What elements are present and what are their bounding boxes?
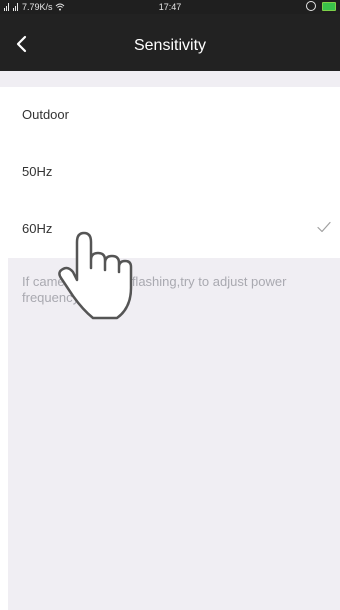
status-time: 17:47 [158, 2, 182, 12]
checkmark-icon [317, 221, 331, 233]
pointer-hand-icon [58, 231, 133, 320]
alarm-icon [306, 1, 316, 11]
status-bar: 7.79K/s 17:47 [0, 0, 340, 14]
frequency-options-list: Outdoor 50Hz 60Hz [0, 87, 340, 258]
option-50hz[interactable]: 50Hz [0, 144, 340, 201]
option-label: Outdoor [22, 107, 69, 122]
option-label: 50Hz [22, 164, 53, 179]
option-60hz[interactable]: 60Hz [0, 201, 340, 258]
page-title: Sensitivity [133, 37, 207, 54]
nav-header: Sensitivity [0, 14, 340, 71]
status-right [306, 1, 336, 11]
option-label: 60Hz [22, 221, 53, 236]
battery-icon [322, 1, 336, 11]
section-gap [0, 71, 340, 87]
option-outdoor[interactable]: Outdoor [0, 87, 340, 144]
